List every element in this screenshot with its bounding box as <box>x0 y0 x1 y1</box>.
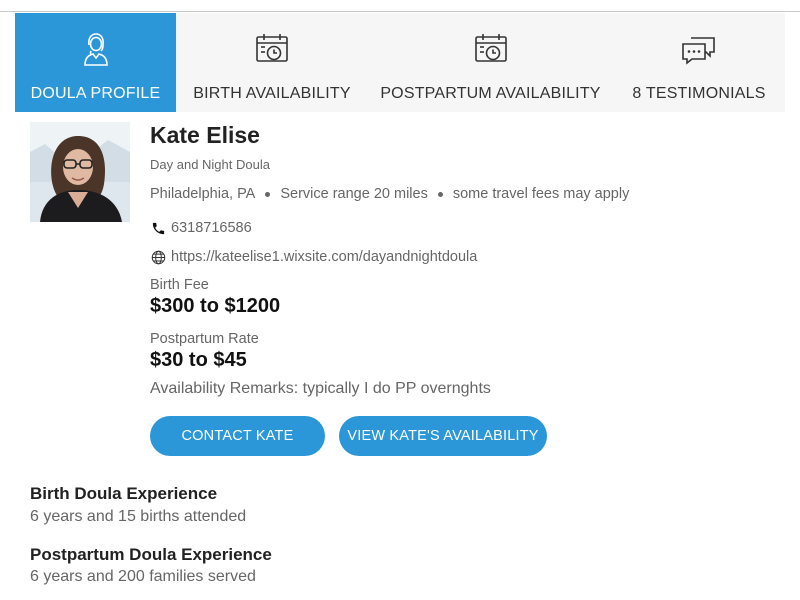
tab-label: BIRTH AVAILABILITY <box>193 85 351 102</box>
tab-postpartum-availability[interactable]: POSTPARTUM AVAILABILITY <box>368 13 613 112</box>
location-line: Philadelphia, PA Service range 20 miles … <box>150 186 629 202</box>
doula-subtitle: Day and Night Doula <box>150 157 270 172</box>
profile-tabs: DOULA PROFILE BIRTH AVAILABILITY POSTPAR… <box>15 13 785 112</box>
postpartum-rate-label: Postpartum Rate <box>150 331 259 347</box>
calendar-clock-icon <box>255 31 289 67</box>
tab-label: DOULA PROFILE <box>30 85 161 102</box>
tab-doula-profile[interactable]: DOULA PROFILE <box>15 13 176 112</box>
birth-experience-value: 6 years and 15 births attended <box>30 508 247 525</box>
service-range-text: Service range 20 miles <box>280 186 428 202</box>
top-divider <box>0 11 800 12</box>
tab-birth-availability[interactable]: BIRTH AVAILABILITY <box>176 13 368 112</box>
travel-fee-note: some travel fees may apply <box>452 186 630 202</box>
postpartum-experience-value: 6 years and 200 families served <box>30 568 256 585</box>
postpartum-rate-value: $30 to $45 <box>150 349 247 371</box>
tab-testimonials[interactable]: 8 TESTIMONIALS <box>613 13 785 112</box>
postpartum-experience-title: Postpartum Doula Experience <box>30 545 272 564</box>
website-row: https://kateelise1.wixsite.com/dayandnig… <box>150 249 477 265</box>
availability-remarks: Availability Remarks: typically I do PP … <box>150 380 491 397</box>
profile-photo <box>30 122 130 222</box>
doula-person-icon <box>83 31 109 67</box>
chat-bubbles-icon <box>681 31 717 67</box>
tab-label: POSTPARTUM AVAILABILITY <box>380 85 601 102</box>
separator-dot <box>437 191 443 197</box>
contact-button[interactable]: CONTACT KATE <box>150 416 325 456</box>
calendar-clock-icon <box>474 31 508 67</box>
globe-icon <box>150 249 166 265</box>
website-link[interactable]: https://kateelise1.wixsite.com/dayandnig… <box>171 249 477 265</box>
birth-fee-value: $300 to $1200 <box>150 295 281 317</box>
phone-number[interactable]: 6318716586 <box>171 220 252 236</box>
birth-fee-label: Birth Fee <box>150 277 209 293</box>
birth-experience-title: Birth Doula Experience <box>30 484 218 503</box>
separator-dot <box>265 191 271 197</box>
tab-label: 8 TESTIMONIALS <box>632 85 766 102</box>
doula-name: Kate Elise <box>150 122 260 148</box>
phone-icon <box>150 220 166 236</box>
view-availability-button[interactable]: VIEW KATE'S AVAILABILITY <box>339 416 547 456</box>
phone-row: 6318716586 <box>150 220 252 236</box>
city-text: Philadelphia, PA <box>150 186 256 202</box>
